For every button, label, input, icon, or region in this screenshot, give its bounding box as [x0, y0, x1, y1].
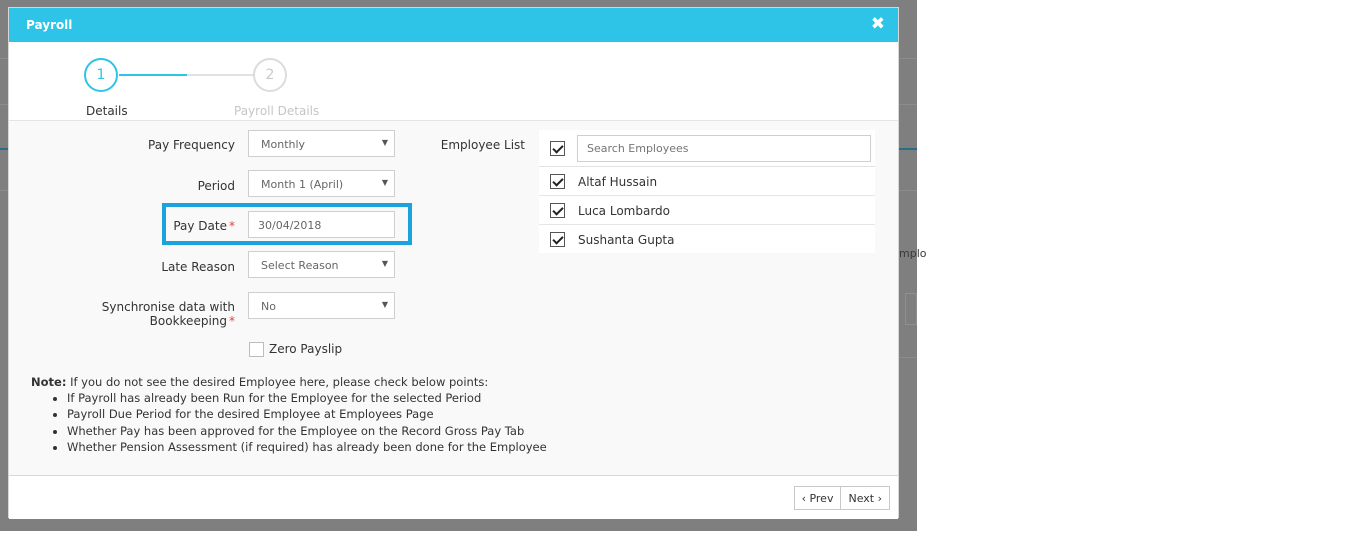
step-1-label: Details [86, 104, 128, 118]
employee-row[interactable]: Sushanta Gupta [539, 225, 875, 254]
caret-down-icon: ▼ [381, 138, 388, 147]
caret-down-icon: ▼ [381, 259, 388, 268]
late-reason-value: Select Reason [261, 259, 339, 272]
sync-bookkeeping-select[interactable]: No ▼ [248, 292, 395, 319]
employee-search-input[interactable] [577, 135, 871, 162]
note-points: If Payroll has already been Run for the … [67, 390, 547, 455]
modal-header: Payroll ✖ [9, 8, 898, 42]
required-marker: * [229, 219, 235, 233]
step-connector [187, 74, 253, 76]
sync-bookkeeping-label-text: Synchronise data with Bookkeeping [101, 300, 235, 328]
pay-date-label: Pay Date * [69, 219, 235, 233]
late-reason-label: Late Reason [69, 260, 235, 274]
employee-checkbox[interactable] [550, 174, 565, 189]
note-text: If you do not see the desired Employee h… [66, 375, 489, 389]
employee-list-label: Employee List [429, 138, 525, 152]
caret-down-icon: ▼ [381, 300, 388, 309]
pay-frequency-select[interactable]: Monthly ▼ [248, 130, 395, 157]
period-label: Period [69, 179, 235, 193]
pager: ‹ Prev Next › [793, 486, 890, 510]
background-divider [899, 357, 917, 358]
step-connector-progress [119, 74, 187, 76]
close-icon[interactable]: ✖ [871, 14, 885, 34]
note-intro: Note: If you do not see the desired Empl… [31, 374, 547, 390]
note-point: Whether Pay has been approved for the Em… [67, 423, 547, 439]
note-point: Whether Pension Assessment (if required)… [67, 439, 547, 455]
sync-bookkeeping-label: Synchronise data with Bookkeeping * [21, 300, 235, 328]
zero-payslip-checkbox[interactable] [249, 342, 264, 357]
step-2-indicator[interactable]: 2 [253, 58, 287, 92]
modal-footer: ‹ Prev Next › [9, 475, 898, 519]
background-cell [905, 293, 917, 325]
employee-checkbox[interactable] [550, 232, 565, 247]
employee-name: Sushanta Gupta [578, 233, 675, 247]
prev-button[interactable]: ‹ Prev [793, 486, 842, 510]
caret-down-icon: ▼ [381, 178, 388, 187]
pay-date-input[interactable]: 30/04/2018 [248, 211, 395, 238]
note-point: Payroll Due Period for the desired Emplo… [67, 406, 547, 422]
period-value: Month 1 (April) [261, 178, 344, 191]
period-select[interactable]: Month 1 (April) ▼ [248, 170, 395, 197]
employee-checkbox[interactable] [550, 203, 565, 218]
step-2-label: Payroll Details [234, 104, 320, 118]
employee-list-panel: Altaf Hussain Luca Lombardo Sushanta Gup… [539, 130, 875, 253]
note-prefix: Note: [31, 375, 67, 389]
employee-list-label-text: Employee List [440, 138, 525, 152]
employee-name: Luca Lombardo [578, 204, 671, 218]
pay-date-label-text: Pay Date [173, 219, 227, 233]
step-1-indicator[interactable]: 1 [84, 58, 118, 92]
late-reason-label-text: Late Reason [161, 260, 235, 274]
note-section: Note: If you do not see the desired Empl… [31, 374, 547, 455]
period-label-text: Period [197, 179, 235, 193]
required-marker: * [229, 314, 235, 328]
zero-payslip-label: Zero Payslip [269, 342, 343, 356]
pay-frequency-label-text: Pay Frequency [148, 138, 235, 152]
sync-bookkeeping-value: No [261, 300, 276, 313]
employee-row[interactable]: Luca Lombardo [539, 196, 875, 225]
pay-frequency-value: Monthly [261, 138, 306, 151]
pay-frequency-label: Pay Frequency [69, 138, 235, 152]
pay-date-value: 30/04/2018 [258, 219, 322, 232]
employee-list-header [539, 130, 875, 167]
late-reason-select[interactable]: Select Reason ▼ [248, 251, 395, 278]
wizard-steps: 1 2 Details Payroll Details [9, 42, 898, 121]
employee-row[interactable]: Altaf Hussain [539, 167, 875, 196]
background-text: mplo [899, 247, 927, 260]
employee-name: Altaf Hussain [578, 175, 658, 189]
modal-title: Payroll [26, 18, 73, 32]
next-button[interactable]: Next › [841, 486, 890, 510]
select-all-checkbox[interactable] [550, 141, 565, 156]
payroll-modal: Payroll ✖ 1 2 Details Payroll Details Pa… [8, 7, 899, 519]
note-point: If Payroll has already been Run for the … [67, 390, 547, 406]
